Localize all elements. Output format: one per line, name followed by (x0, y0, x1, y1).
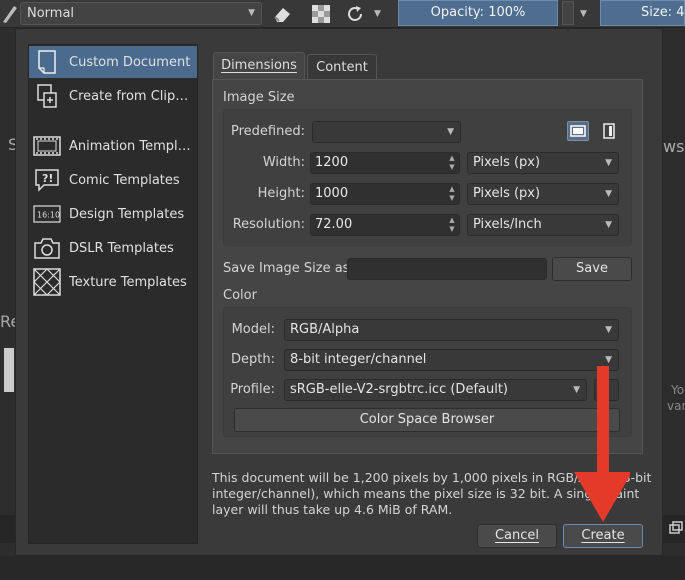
chevron-down-icon: ▼ (605, 325, 612, 335)
color-model-value: RGB/Alpha (290, 322, 360, 337)
width-input[interactable]: 1200 ▲ ▼ (310, 152, 460, 174)
background-text: Yo (671, 383, 685, 397)
sidebar-item-label: Animation Templates (69, 138, 193, 154)
landscape-orientation-button[interactable] (567, 121, 589, 141)
save-image-size-label: Save Image Size as: (223, 261, 354, 276)
depth-label: Depth: (231, 352, 275, 367)
save-image-size-button[interactable]: Save (552, 257, 632, 281)
sidebar-item-label: Custom Document (69, 54, 191, 70)
color-space-browser-button[interactable]: Color Space Browser (234, 408, 620, 432)
preserve-alpha-icon[interactable] (310, 3, 332, 25)
tab-label: Dimensions (221, 58, 297, 73)
portrait-icon (603, 123, 615, 139)
cancel-label: Cancel (494, 528, 540, 543)
color-profile-select[interactable]: sRGB-elle-V2-srgbtrc.icc (Default) ▼ (284, 379, 587, 401)
sidebar-item-dslr-templates[interactable]: DSLR Templates (29, 232, 197, 264)
sidebar-item-custom-document[interactable]: Custom Document (29, 46, 197, 78)
sidebar-item-texture-templates[interactable]: Texture Templates (29, 266, 197, 298)
sidebar-item-label: Texture Templates (69, 274, 187, 290)
new-document-dialog: Custom Document Create from Clipboard An… (15, 28, 663, 556)
color-depth-select[interactable]: 8-bit integer/channel ▼ (284, 349, 619, 371)
document-icon (33, 49, 61, 75)
color-model-select[interactable]: RGB/Alpha ▼ (284, 319, 619, 341)
sidebar-item-label: Comic Templates (69, 172, 180, 188)
height-unit-select[interactable]: Pixels (px) ▼ (467, 183, 619, 205)
sidebar-item-label: DSLR Templates (69, 240, 174, 256)
design-1610-icon: 16:10 (33, 201, 61, 227)
color-depth-value: 8-bit integer/channel (290, 352, 427, 367)
eraser-icon[interactable] (272, 3, 294, 25)
texture-icon (33, 268, 61, 296)
sidebar-item-label: Create from Clipboard (69, 88, 193, 104)
predefined-select[interactable]: ▼ (312, 121, 461, 143)
spin-arrows-icon[interactable]: ▲ ▼ (447, 216, 457, 234)
chevron-down-icon[interactable]: ▼ (374, 3, 396, 25)
film-icon (33, 133, 61, 159)
background-thumbnail (4, 348, 14, 392)
opacity-slider[interactable]: Opacity: 100% (398, 0, 558, 26)
create-button[interactable]: Create (563, 524, 643, 548)
brush-preset-icon[interactable] (0, 2, 18, 24)
image-size-group-label: Image Size (223, 90, 295, 105)
resolution-unit-select[interactable]: Pixels/Inch ▼ (467, 214, 619, 236)
chevron-down-icon[interactable]: ▼ (580, 3, 602, 25)
clipboard-document-icon (33, 83, 61, 109)
background-panel (663, 515, 685, 543)
blend-mode-value: Normal (27, 6, 75, 21)
chevron-down-icon: ▼ (248, 8, 255, 18)
reload-preset-icon[interactable] (344, 3, 366, 25)
width-label: Width: (262, 155, 305, 170)
resolution-input[interactable]: 72.00 ▲ ▼ (310, 214, 460, 236)
predefined-label: Predefined: (231, 124, 305, 139)
design-icon-text: 16:10 (37, 211, 60, 220)
cancel-button[interactable]: Cancel (477, 524, 557, 548)
speech-bubble-icon: ?! (33, 167, 61, 193)
save-image-size-input[interactable] (347, 258, 547, 280)
sidebar-item-animation-templates[interactable]: Animation Templates (29, 130, 197, 162)
chevron-down-icon: ▼ (605, 220, 612, 230)
resolution-unit-value: Pixels/Inch (473, 217, 542, 232)
tab-content[interactable]: Content (307, 54, 377, 80)
sidebar-item-design-templates[interactable]: 16:10 Design Templates (29, 198, 197, 230)
height-input[interactable]: 1000 ▲ ▼ (310, 183, 460, 205)
tab-dimensions[interactable]: Dimensions (213, 52, 305, 80)
model-label: Model: (231, 322, 275, 337)
annotation-arrow-icon (574, 366, 630, 522)
resolution-value: 72.00 (315, 217, 353, 232)
blend-mode-select[interactable]: Normal ▼ (20, 2, 262, 25)
tab-label: Content (316, 60, 368, 75)
template-sidebar: Custom Document Create from Clipboard An… (28, 44, 198, 544)
spin-arrows-icon[interactable]: ▲ ▼ (447, 185, 457, 203)
color-profile-value: sRGB-elle-V2-srgbtrc.icc (Default) (290, 382, 509, 397)
sidebar-item-comic-templates[interactable]: ?! Comic Templates (29, 164, 197, 196)
background-text: var (667, 399, 685, 413)
camera-icon (33, 235, 61, 261)
height-unit-value: Pixels (px) (473, 186, 541, 201)
resolution-label: Resolution: (232, 217, 305, 232)
background-text: ws (663, 137, 685, 156)
chevron-down-icon: ▼ (605, 158, 612, 168)
create-label: Create (581, 528, 625, 543)
status-bar (0, 556, 685, 580)
chevron-down-icon: ▼ (605, 189, 612, 199)
spin-arrows-icon[interactable]: ▲ ▼ (447, 154, 457, 172)
width-value: 1200 (315, 155, 349, 170)
color-group-label: Color (223, 288, 257, 303)
landscape-icon (570, 125, 586, 137)
sidebar-item-create-from-clipboard[interactable]: Create from Clipboard (29, 80, 197, 112)
width-unit-select[interactable]: Pixels (px) ▼ (467, 152, 619, 174)
width-unit-value: Pixels (px) (473, 155, 541, 170)
svg-text:?!: ?! (42, 172, 53, 185)
portrait-orientation-button[interactable] (598, 121, 620, 141)
brush-size-slider[interactable]: Size: 40 (600, 0, 685, 26)
height-value: 1000 (315, 186, 349, 201)
sidebar-item-label: Design Templates (69, 206, 185, 222)
opacity-spin-arrows[interactable] (562, 1, 574, 25)
height-label: Height: (257, 186, 305, 201)
krita-toolbar: Normal ▼ ▼ Opacity: 100% ▼ Size: 40 (0, 0, 685, 28)
background-panel (0, 515, 15, 543)
profile-label: Profile: (230, 382, 275, 397)
chevron-down-icon: ▼ (447, 127, 454, 137)
